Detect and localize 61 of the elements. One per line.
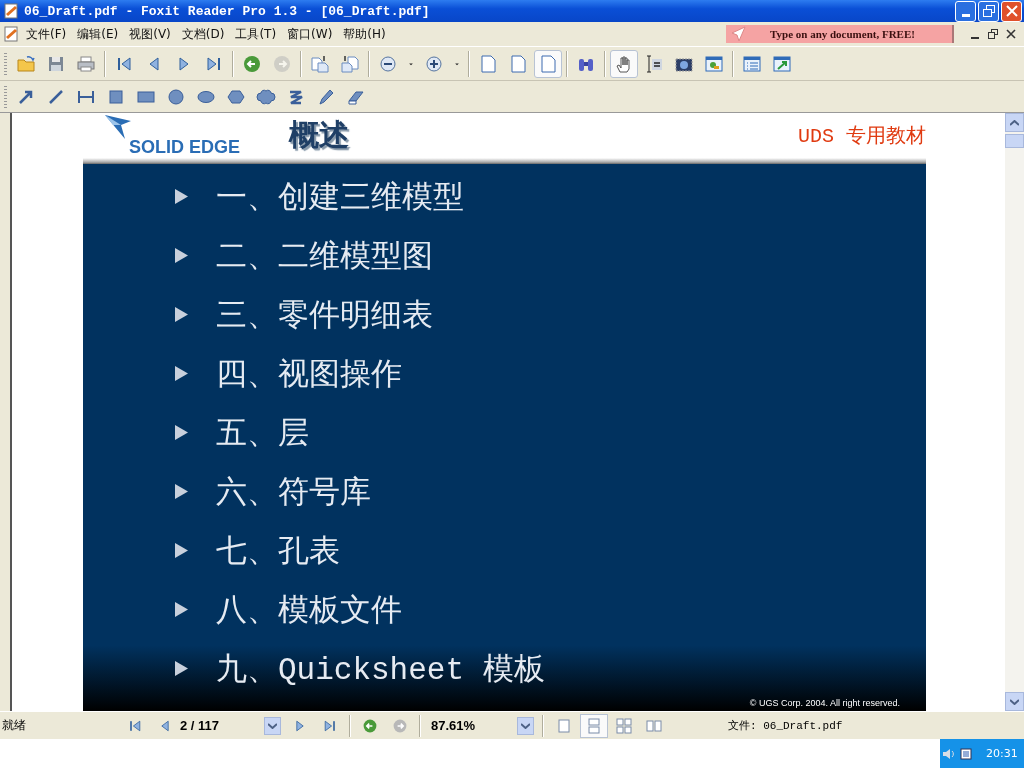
outline-item: 八、模板文件: [216, 592, 402, 631]
window-title: 06_Draft.pdf - Foxit Reader Pro 1.3 - [06_Draft.pdf]: [24, 3, 431, 19]
document-icon: [4, 3, 20, 19]
document-icon: [4, 26, 20, 42]
menu-item[interactable]: 视图(V): [129, 25, 180, 43]
slide-title: 概述: [289, 116, 349, 154]
maximize-button[interactable]: [978, 0, 999, 22]
menu-item[interactable]: 文件(F): [26, 25, 76, 43]
page-icon[interactable]: [534, 49, 562, 78]
outline-item: 九、Quicksheet 模板: [216, 651, 545, 690]
outline-item: 六、符号库: [216, 474, 371, 513]
clock-text: 20:31: [986, 747, 1018, 760]
status-text: 就绪: [1, 717, 27, 734]
triangle-bullet-icon: [175, 366, 188, 381]
chevron-down-icon: [521, 722, 530, 729]
triangle-bullet-icon: [175, 189, 188, 204]
dropdown-button[interactable]: [517, 716, 534, 735]
minimize-icon: [971, 36, 979, 39]
outline-item: 四、视图操作: [216, 356, 402, 395]
close-button[interactable]: [1004, 27, 1018, 41]
triangle-bullet-icon: [175, 248, 188, 263]
network-icon[interactable]: [959, 746, 973, 761]
file-name-text: 文件: 06_Draft.pdf: [728, 719, 843, 733]
outline-item: 二、二维模型图: [216, 238, 433, 277]
hand-icon[interactable]: [610, 49, 638, 78]
minimize-button[interactable]: [955, 0, 976, 22]
minimize-icon: [961, 13, 970, 17]
outline-item: 三、零件明细表: [216, 297, 433, 336]
scroll-down-button[interactable]: [1005, 692, 1024, 711]
close-icon: [1005, 5, 1018, 17]
logo-text: SOLID EDGE: [129, 137, 241, 158]
triangle-bullet-icon: [175, 484, 188, 499]
restore-icon: [988, 29, 998, 39]
copyright-text: © UGS Corp. 2004. All right reserved.: [749, 698, 900, 708]
outline-item: 五、层: [216, 415, 309, 454]
close-icon: [1006, 29, 1016, 39]
menu-item[interactable]: 窗口(W): [287, 25, 342, 43]
menu-item[interactable]: 文档(D): [181, 25, 234, 43]
scroll-up-button[interactable]: [1005, 113, 1024, 132]
slide-tag: UDS 专用教材: [798, 122, 926, 149]
outline-item: 一、创建三维模型: [216, 179, 464, 218]
restore-icon: [982, 5, 995, 17]
menu-item[interactable]: 工具(T): [235, 25, 286, 43]
vertical-scrollbar[interactable]: [1005, 113, 1024, 711]
outline-item: 七、孔表: [216, 533, 340, 572]
triangle-bullet-icon: [175, 307, 188, 322]
scroll-thumb[interactable]: [1005, 134, 1024, 148]
chevron-down-icon: [268, 722, 277, 729]
restore-button[interactable]: [986, 27, 1000, 41]
triangle-bullet-icon: [175, 543, 188, 558]
triangle-bullet-icon: [175, 425, 188, 440]
cursor-arrow-icon: [730, 26, 746, 42]
menu-item[interactable]: 帮助(H): [343, 25, 395, 43]
ad-text: Type on any document, FREE!: [770, 28, 915, 40]
dropdown-button[interactable]: [264, 716, 281, 735]
triangle-bullet-icon: [175, 602, 188, 617]
ad-banner[interactable]: Type on any document, FREE!: [726, 25, 954, 43]
menu-item[interactable]: 编辑(E): [77, 25, 128, 43]
triangle-bullet-icon: [175, 661, 188, 676]
chevron-down-icon: [1010, 698, 1019, 705]
chevron-up-icon: [1010, 119, 1019, 126]
